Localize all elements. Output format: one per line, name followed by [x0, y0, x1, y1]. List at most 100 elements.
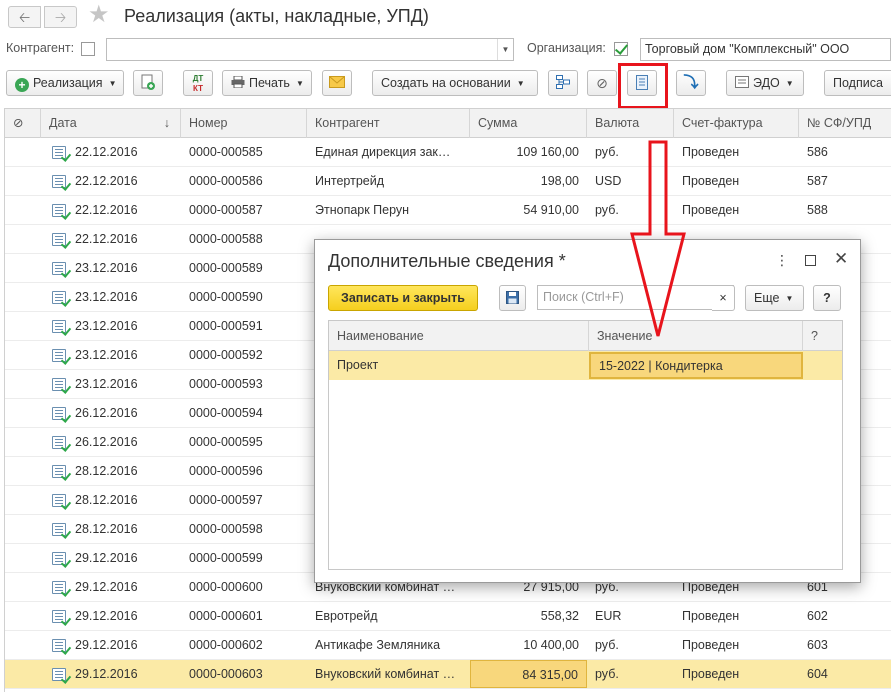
dialog-title: Дополнительные сведения *	[328, 251, 566, 271]
go-to-button[interactable]: ⤵	[676, 70, 706, 96]
cell-counterparty: Единая дирекция зак…	[315, 145, 451, 159]
close-icon[interactable]: ✕	[834, 249, 848, 269]
search-clear-button[interactable]: ×	[712, 285, 735, 311]
email-button[interactable]	[322, 70, 352, 96]
arrow-left-icon: 🡠	[18, 9, 31, 25]
copy-add-button[interactable]	[133, 70, 163, 96]
cell-date: 29.12.2016	[75, 609, 138, 623]
cell-number: 0000-000589	[189, 261, 263, 275]
cell-sum: 109 160,00	[516, 145, 579, 159]
structure-button[interactable]	[548, 70, 578, 96]
posted-document-icon	[52, 552, 66, 565]
counterparty-checkbox[interactable]	[81, 42, 95, 56]
edo-button[interactable]: ЭДО ▼	[726, 70, 804, 96]
save-and-close-button[interactable]: Записать и закрыть	[328, 285, 478, 311]
arrow-right-icon: 🡢	[54, 9, 67, 25]
dt-kt-button[interactable]: ДТ КТ	[183, 70, 213, 96]
cell-currency: руб.	[595, 638, 619, 652]
cell-date: 22.12.2016	[75, 174, 138, 188]
property-row[interactable]: Проект 15-2022 | Кондитерка	[329, 351, 842, 380]
posted-document-icon	[52, 204, 66, 217]
cell-date: 26.12.2016	[75, 406, 138, 420]
table-row[interactable]: 29.12.2016 0000-000601 Евротрейд 558,32 EUR П…	[5, 602, 891, 631]
property-flag	[803, 351, 842, 379]
help-button[interactable]: ?	[813, 285, 841, 311]
posted-document-icon	[52, 175, 66, 188]
highlight-frame	[618, 63, 668, 109]
search-input[interactable]: Поиск (Ctrl+F)	[537, 285, 734, 310]
toolbar: + Реализация ▼ ДТ КТ Печать ▼ Создать на осн…	[0, 70, 891, 98]
chevron-down-icon[interactable]: ▼	[497, 39, 513, 60]
column-header-date-label: Дата	[49, 116, 77, 130]
cell-currency: руб.	[595, 667, 619, 681]
properties-table: Наименование Значение ? Проект 15-2022 |…	[328, 320, 843, 570]
column-header-date[interactable]: Дата ↓	[41, 109, 181, 138]
sort-down-icon: ↓	[163, 116, 170, 130]
organization-value: Торговый дом "Комплексный" ООО	[645, 42, 850, 56]
create-based-on-button[interactable]: Создать на основании ▼	[372, 70, 538, 96]
posted-document-icon	[52, 407, 66, 420]
cell-number: 0000-000591	[189, 319, 263, 333]
cell-invoice: Проведен	[682, 145, 740, 159]
table-row[interactable]: 29.12.2016 0000-000602 Антикафе Земляника 1…	[5, 631, 891, 660]
envelope-icon	[329, 76, 345, 88]
table-row[interactable]: 29.12.2016 0000-000603 Внуковский комбинат…	[5, 660, 891, 689]
attach-button[interactable]: ⊘	[587, 70, 617, 96]
cell-invoice: Проведен	[682, 174, 740, 188]
posted-document-icon	[52, 668, 66, 681]
posted-document-icon	[52, 291, 66, 304]
organization-checkbox[interactable]	[614, 42, 628, 56]
cell-invoice: Проведен	[682, 667, 740, 681]
cell-sum: 54 910,00	[523, 203, 579, 217]
cell-number: 0000-000586	[189, 174, 263, 188]
realization-label: Реализация	[33, 76, 103, 90]
column-header-sf-number[interactable]: № СФ/УПД	[799, 109, 891, 138]
posted-document-icon	[52, 146, 66, 159]
organization-label: Организация:	[527, 41, 606, 55]
more-actions-button[interactable]: Еще ▼	[745, 285, 804, 311]
table-row[interactable]: 22.12.2016 0000-000585 Единая дирекция зак…	[5, 138, 891, 167]
cell-date: 29.12.2016	[75, 580, 138, 594]
cell-date: 22.12.2016	[75, 203, 138, 217]
cell-sf: 602	[807, 609, 828, 623]
organization-field[interactable]: Торговый дом "Комплексный" ООО	[640, 38, 891, 61]
paperclip-icon: ⊘	[596, 75, 608, 91]
forward-button[interactable]: 🡢	[44, 6, 77, 28]
column-header-currency[interactable]: Валюта	[587, 109, 674, 138]
more-vertical-icon[interactable]: ⋮	[775, 252, 789, 269]
table-row[interactable]: 22.12.2016 0000-000587 Этнопарк Перун 54 91…	[5, 196, 891, 225]
table-row[interactable]: 22.12.2016 0000-000586 Интертрейд 198,00 USD…	[5, 167, 891, 196]
column-header-sum[interactable]: Сумма	[470, 109, 587, 138]
property-value-field[interactable]: 15-2022 | Кондитерка	[589, 352, 803, 379]
maximize-icon[interactable]	[805, 255, 816, 266]
posted-document-icon	[52, 639, 66, 652]
create-based-label: Создать на основании	[381, 76, 511, 90]
print-button[interactable]: Печать ▼	[222, 70, 312, 96]
cell-number: 0000-000603	[189, 667, 263, 681]
star-icon[interactable]: ★	[88, 2, 110, 28]
floppy-disk-icon	[506, 291, 519, 304]
cell-sum: 10 400,00	[523, 638, 579, 652]
cell-date: 28.12.2016	[75, 464, 138, 478]
column-header-name[interactable]: Наименование	[329, 321, 589, 351]
chevron-down-icon: ▼	[295, 79, 304, 88]
cell-sf: 586	[807, 145, 828, 159]
cell-counterparty: Антикафе Земляника	[315, 638, 441, 652]
more-actions-label: Еще	[754, 291, 780, 305]
attachment-column-header[interactable]: ⊘	[5, 109, 41, 138]
back-button[interactable]: 🡠	[8, 6, 41, 28]
column-header-number[interactable]: Номер	[181, 109, 307, 138]
cell-sum: 558,32	[540, 609, 579, 623]
printer-icon	[231, 75, 245, 89]
sign-button[interactable]: Подписа	[824, 70, 891, 96]
column-header-value[interactable]: Значение	[589, 321, 803, 351]
save-button[interactable]	[499, 285, 526, 311]
column-header-flag[interactable]: ?	[803, 321, 842, 351]
counterparty-field[interactable]: ▼	[106, 38, 514, 61]
realization-create-button[interactable]: + Реализация ▼	[6, 70, 124, 96]
column-header-counterparty[interactable]: Контрагент	[307, 109, 470, 138]
cell-date: 26.12.2016	[75, 435, 138, 449]
cell-currency: EUR	[595, 609, 622, 623]
column-header-invoice[interactable]: Счет-фактура	[674, 109, 799, 138]
cell-date: 29.12.2016	[75, 551, 138, 565]
